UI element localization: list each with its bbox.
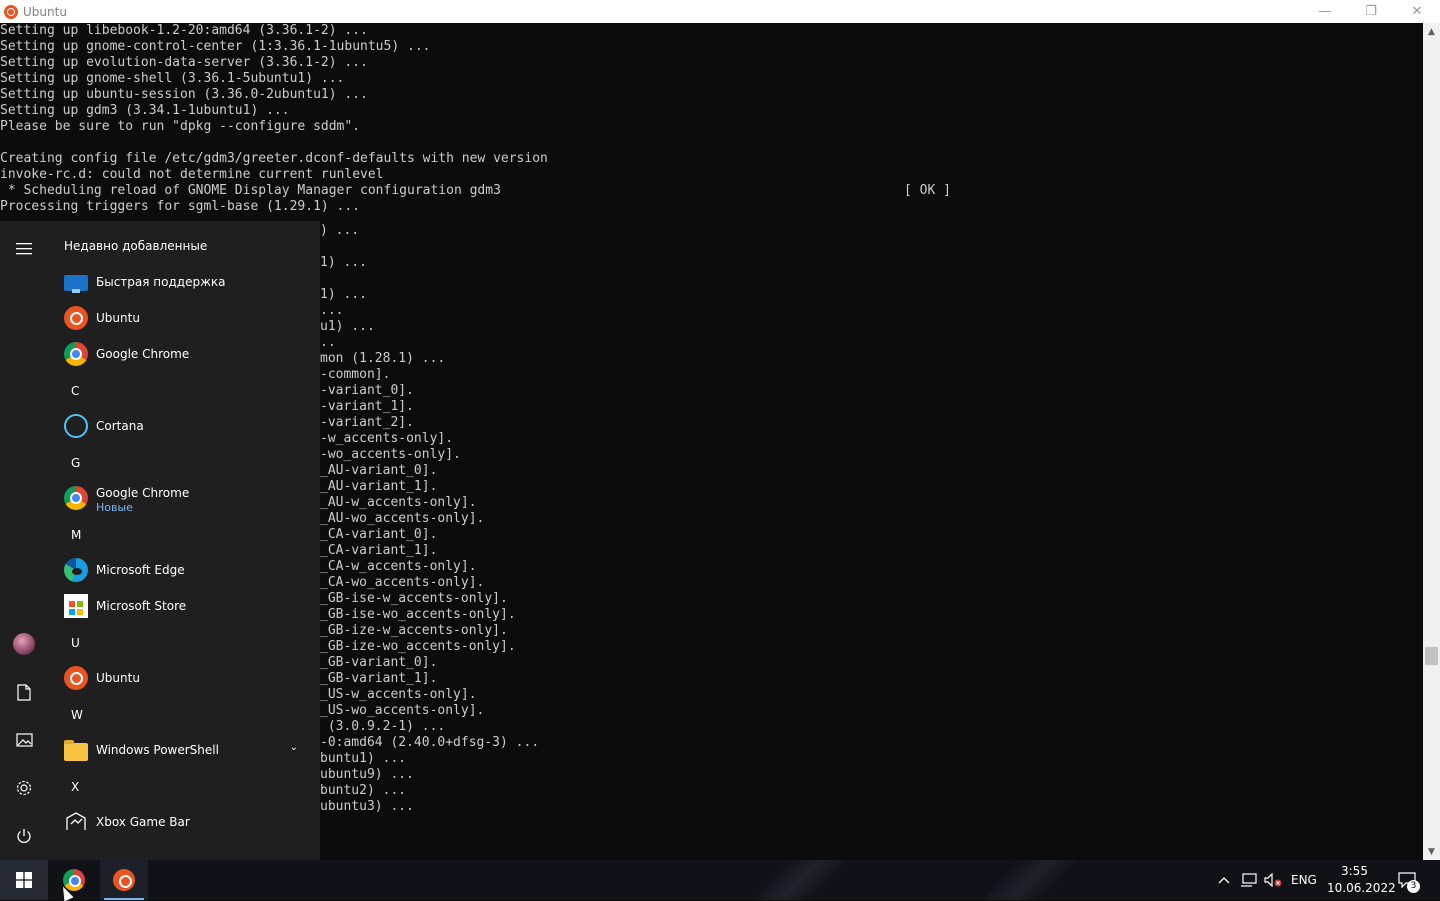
app-quick-assist[interactable]: Быстрая поддержка <box>48 264 310 300</box>
window-title: Ubuntu <box>23 4 67 19</box>
letter-header-g[interactable]: G <box>71 456 80 470</box>
avatar[interactable] <box>0 620 48 668</box>
terminal-ok-status: [ OK ] <box>904 183 951 198</box>
close-button[interactable]: ✕ <box>1394 0 1440 23</box>
terminal-scrollbar[interactable]: ▲ ▼ <box>1423 23 1440 860</box>
wallpaper-streak <box>753 860 847 900</box>
app-folder-powershell[interactable]: Windows PowerShell ⌄ <box>48 732 310 768</box>
xbox-game-bar-icon <box>64 810 88 834</box>
scrollbar-thumb[interactable] <box>1425 647 1438 665</box>
settings-icon[interactable] <box>0 764 48 812</box>
start-button[interactable] <box>0 860 48 900</box>
volume-muted-icon[interactable] <box>1263 870 1283 890</box>
restore-button[interactable]: ❐ <box>1348 0 1394 23</box>
folder-icon <box>64 739 88 761</box>
wallpaper-streak <box>983 860 1077 900</box>
ubuntu-icon <box>113 869 135 891</box>
app-edge[interactable]: Microsoft Edge <box>48 552 310 588</box>
letter-header-u[interactable]: U <box>71 636 80 650</box>
app-store[interactable]: Microsoft Store <box>48 588 310 624</box>
app-ubuntu-recent[interactable]: Ubuntu <box>48 300 310 336</box>
ubuntu-icon <box>64 666 88 690</box>
windows-logo-icon <box>16 872 32 888</box>
power-icon[interactable] <box>0 812 48 860</box>
terminal-output-partial: ) ... 1) ... 1) ... ... u1) ... .. mon (… <box>320 223 540 814</box>
clock-time[interactable]: 3:55 <box>1341 864 1368 878</box>
chrome-icon <box>64 486 88 510</box>
edge-icon <box>64 558 88 582</box>
letter-header-x[interactable]: X <box>71 780 79 794</box>
quick-assist-icon <box>64 275 88 293</box>
app-chrome-recent[interactable]: Google Chrome <box>48 336 310 372</box>
taskbar: ENG 3:55 10.06.2022 3 <box>0 860 1440 900</box>
ubuntu-icon <box>64 306 88 330</box>
hamburger-icon[interactable] <box>0 225 48 273</box>
letter-header-c[interactable]: C <box>71 384 79 398</box>
new-badge: Новые <box>96 501 133 514</box>
document-icon[interactable] <box>0 668 48 716</box>
taskbar-ubuntu[interactable] <box>100 860 148 900</box>
chevron-up-icon[interactable] <box>1214 870 1234 890</box>
scroll-down-icon[interactable]: ▼ <box>1423 843 1440 860</box>
network-icon[interactable] <box>1239 870 1259 890</box>
chevron-down-icon[interactable]: ⌄ <box>290 742 298 753</box>
store-icon <box>64 594 88 618</box>
minimize-button[interactable]: — <box>1302 0 1348 23</box>
ubuntu-app-icon <box>4 4 18 19</box>
clock-date[interactable]: 10.06.2022 <box>1327 881 1396 895</box>
terminal-output: Setting up libebook-1.2-20:amd64 (3.36.1… <box>0 23 548 214</box>
language-indicator[interactable]: ENG <box>1291 873 1317 887</box>
app-chrome[interactable]: Google Chrome Новые <box>48 480 310 516</box>
letter-header-w[interactable]: W <box>71 708 83 722</box>
cortana-icon <box>64 414 88 438</box>
taskbar-chrome[interactable] <box>50 860 98 900</box>
app-xbox-game-bar[interactable]: Xbox Game Bar <box>48 804 310 840</box>
app-cortana[interactable]: Cortana <box>48 408 310 444</box>
app-ubuntu[interactable]: Ubuntu <box>48 660 310 696</box>
recently-added-header: Недавно добавленные <box>64 239 208 253</box>
start-app-list: Недавно добавленные Быстрая поддержка Ub… <box>48 221 320 860</box>
scroll-up-icon[interactable]: ▲ <box>1423 23 1440 40</box>
chrome-icon <box>64 342 88 366</box>
notification-count-badge: 3 <box>1407 880 1420 893</box>
letter-header-m[interactable]: M <box>71 528 81 542</box>
start-menu: Недавно добавленные Быстрая поддержка Ub… <box>0 221 320 860</box>
window-titlebar: Ubuntu — ❐ ✕ <box>0 0 1440 23</box>
pictures-icon[interactable] <box>0 716 48 764</box>
start-menu-rail <box>0 221 48 860</box>
